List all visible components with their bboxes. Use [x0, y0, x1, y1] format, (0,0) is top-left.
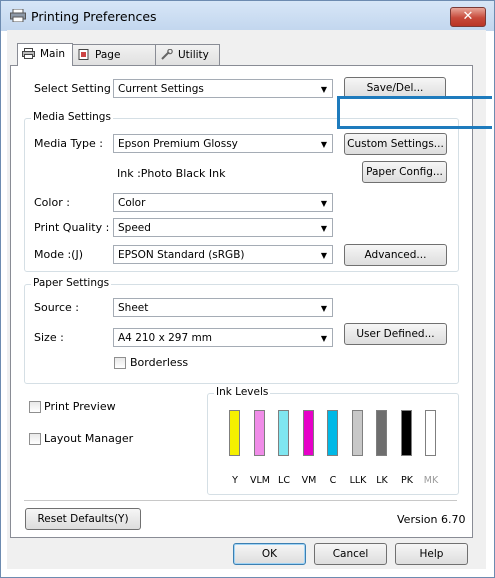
mode-dropdown[interactable]: EPSON Standard (sRGB) ▼: [113, 245, 333, 264]
print-preview-checkbox[interactable]: [29, 401, 41, 413]
print-quality-label: Print Quality :: [34, 221, 110, 234]
printer-icon: [10, 9, 26, 22]
source-value: Sheet: [118, 302, 149, 314]
select-setting-value: Current Settings: [118, 83, 204, 95]
ink-bar-llk: [352, 410, 363, 456]
chevron-down-icon: ▼: [320, 304, 327, 313]
ink-fill-llk: [353, 411, 362, 455]
layout-manager-label: Layout Manager: [44, 432, 134, 445]
ink-bar-vlm: [254, 410, 265, 456]
print-quality-dropdown[interactable]: Speed ▼: [113, 218, 333, 237]
title-bar[interactable]: Printing Preferences ✕: [1, 1, 494, 31]
ink-label-lc: LC: [278, 475, 290, 486]
ink-levels-title: Ink Levels: [214, 386, 271, 398]
tab-main[interactable]: Main: [17, 43, 73, 66]
size-label: Size :: [34, 331, 64, 344]
paper-settings-title: Paper Settings: [31, 277, 112, 289]
ink-fill-lc: [279, 411, 288, 455]
tab-page-layout[interactable]: Page Layout: [72, 44, 158, 81]
chevron-down-icon: ▼: [320, 140, 327, 149]
ink-bar-mk: [425, 410, 436, 456]
tab-main-label: Main: [40, 48, 66, 60]
ink-label-lk: LK: [376, 475, 388, 486]
ink-bar-vm: [303, 410, 314, 456]
ink-label-vlm: VLM: [250, 475, 270, 486]
chevron-down-icon: ▼: [320, 251, 327, 260]
source-label: Source :: [34, 301, 79, 314]
reset-defaults-button[interactable]: Reset Defaults(Y): [25, 508, 141, 530]
color-dropdown[interactable]: Color ▼: [113, 193, 333, 212]
ink-bar-lk: [376, 410, 387, 456]
ink-bar-y: [229, 410, 240, 456]
cancel-button[interactable]: Cancel: [314, 543, 387, 565]
print-quality-value: Speed: [118, 222, 151, 234]
advanced-button[interactable]: Advanced...: [344, 244, 447, 266]
close-button[interactable]: ✕: [450, 7, 486, 27]
ink-type-text: Ink :Photo Black Ink: [117, 167, 226, 180]
source-dropdown[interactable]: Sheet ▼: [113, 298, 333, 317]
window-title: Printing Preferences: [31, 9, 157, 24]
ink-label-mk: MK: [423, 475, 439, 486]
color-label: Color :: [34, 196, 70, 209]
ink-bar-c: [327, 410, 338, 456]
ink-label-llk: LLK: [349, 475, 367, 486]
select-setting-dropdown[interactable]: Current Settings ▼: [113, 79, 333, 98]
size-dropdown[interactable]: A4 210 x 297 mm ▼: [113, 328, 333, 347]
ink-fill-pk: [402, 411, 411, 455]
ink-label-pk: PK: [401, 475, 413, 486]
custom-settings-button[interactable]: Custom Settings...: [344, 133, 447, 155]
ink-fill-vm: [304, 411, 313, 455]
tab-utility[interactable]: Utility: [155, 44, 220, 65]
media-type-value: Epson Premium Glossy: [118, 138, 238, 150]
borderless-label: Borderless: [130, 356, 189, 369]
chevron-down-icon: ▼: [320, 85, 327, 94]
version-text: Version 6.70: [397, 513, 466, 526]
media-type-dropdown[interactable]: Epson Premium Glossy ▼: [113, 134, 333, 153]
paper-config-button[interactable]: Paper Config...: [362, 161, 447, 183]
media-settings-title: Media Settings: [31, 111, 113, 123]
ink-fill-lk: [377, 411, 386, 455]
chevron-down-icon: ▼: [320, 224, 327, 233]
footer-divider: [24, 500, 457, 501]
tab-utility-label: Utility: [178, 49, 209, 61]
color-value: Color: [118, 197, 146, 209]
print-preview-label: Print Preview: [44, 400, 116, 413]
user-defined-button[interactable]: User Defined...: [344, 323, 447, 345]
ink-bar-pk: [401, 410, 412, 456]
select-setting-label: Select Setting :: [34, 82, 119, 95]
ink-label-y: Y: [232, 475, 238, 486]
layout-manager-checkbox[interactable]: [29, 433, 41, 445]
media-type-label: Media Type :: [34, 137, 104, 150]
ink-label-c: C: [329, 475, 337, 486]
help-button[interactable]: Help: [395, 543, 468, 565]
ink-label-vm: VM: [301, 475, 317, 486]
close-icon: ✕: [462, 9, 474, 24]
wrench-icon: [161, 49, 173, 60]
ink-fill-vlm: [255, 411, 264, 455]
ink-fill-c: [328, 411, 337, 455]
mode-value: EPSON Standard (sRGB): [118, 249, 245, 261]
ok-button[interactable]: OK: [233, 543, 306, 565]
save-del-highlight-box: [337, 96, 492, 129]
ink-fill-y: [230, 411, 239, 455]
printer-icon: [22, 48, 35, 59]
mode-label: Mode :(J): [34, 248, 84, 261]
borderless-checkbox[interactable]: [114, 357, 126, 369]
ink-bar-lc: [278, 410, 289, 456]
chevron-down-icon: ▼: [320, 199, 327, 208]
chevron-down-icon: ▼: [320, 334, 327, 343]
page-layout-icon: [78, 49, 89, 60]
size-value: A4 210 x 297 mm: [118, 332, 212, 344]
